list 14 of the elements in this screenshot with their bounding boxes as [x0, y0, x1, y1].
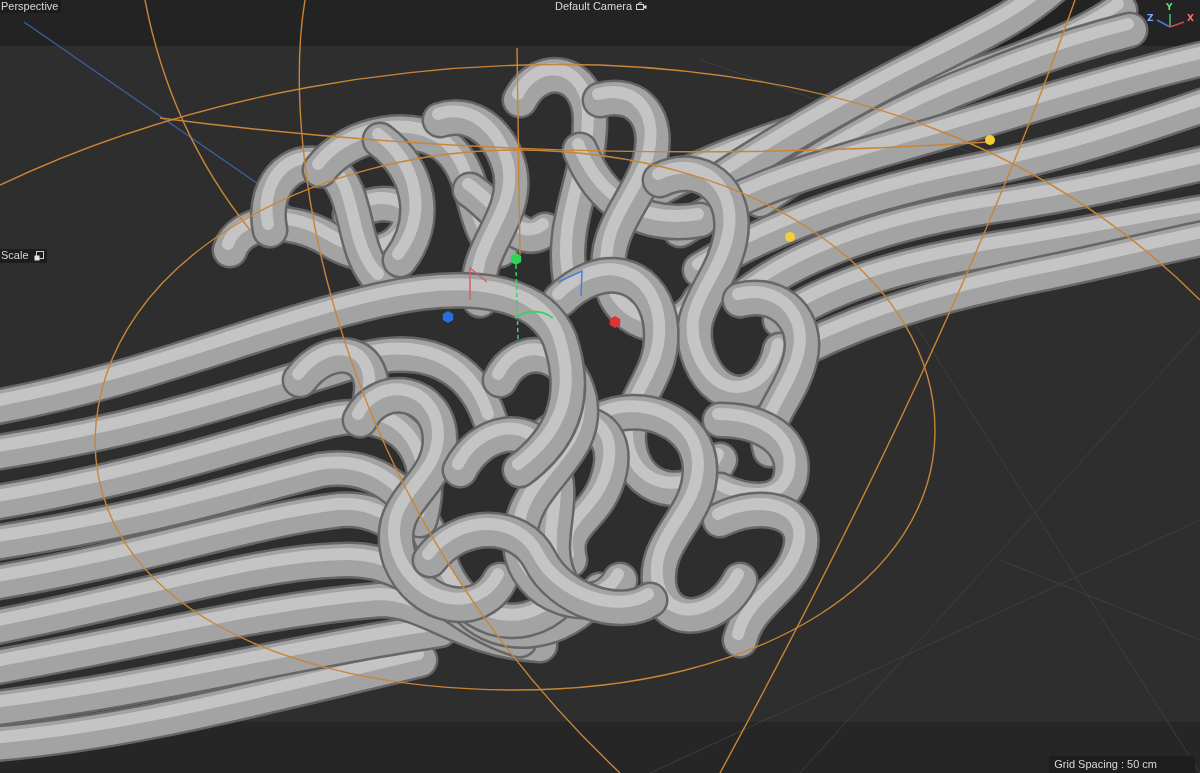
axis-handle-icon[interactable]: [609, 316, 621, 328]
axis-handle-icon[interactable]: [510, 253, 522, 265]
axis-label: Z: [1147, 13, 1154, 23]
handle-dot-icon[interactable]: [985, 135, 995, 145]
scale-mode-icon[interactable]: [33, 250, 44, 261]
grid-spacing-label: Grid Spacing : 50 cm: [1049, 756, 1195, 773]
axis-label: Y: [1166, 2, 1173, 12]
handle-dot-icon[interactable]: [785, 232, 795, 242]
axis-gizmo-icon: [1156, 13, 1185, 28]
axis-label: X: [1187, 13, 1194, 23]
camera-icon[interactable]: [636, 2, 648, 11]
tool-label: Scale: [1, 249, 29, 262]
axis-handle-icon[interactable]: [442, 311, 454, 323]
view-label[interactable]: Perspective: [0, 0, 62, 13]
